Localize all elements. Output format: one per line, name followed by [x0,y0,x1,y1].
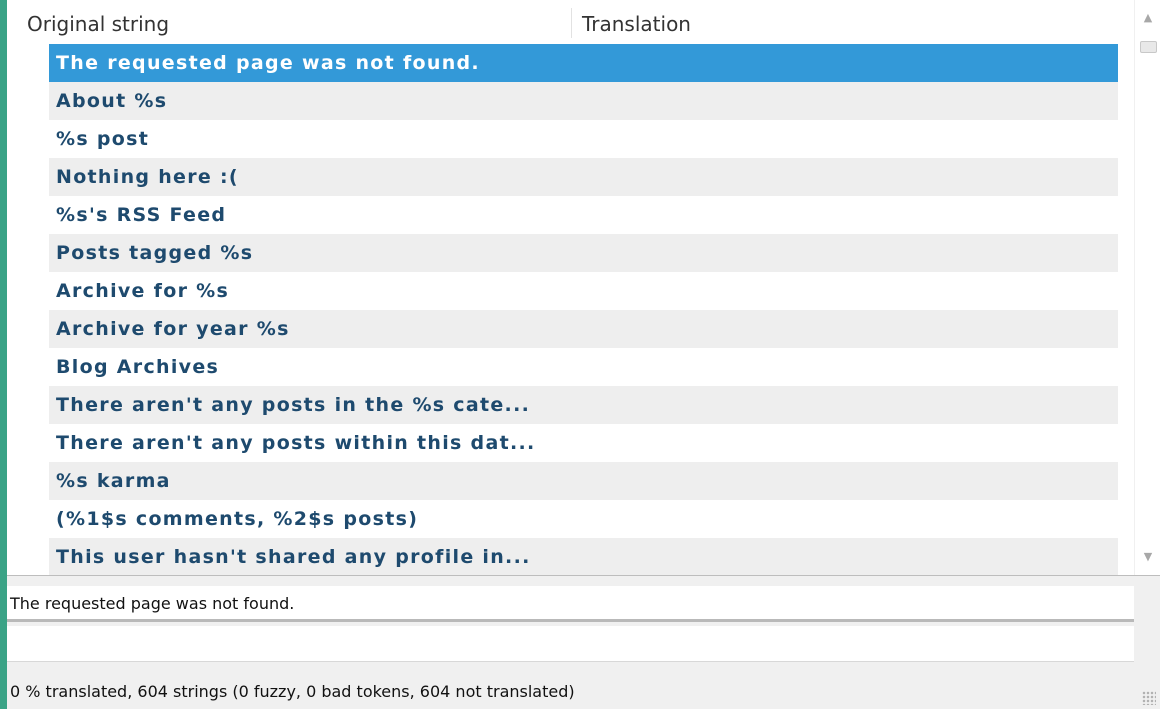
scroll-down-arrow-icon[interactable]: ▼ [1135,543,1160,571]
string-row[interactable]: About %s [49,82,1118,120]
column-header-translation[interactable]: Translation [582,0,691,44]
string-rows: The requested page was not found. About %… [49,44,1118,575]
string-row[interactable]: Blog Archives [49,348,1118,386]
poedit-window: Original string Translation The requeste… [7,0,1160,709]
status-bar: 0 % translated, 604 strings (0 fuzzy, 0 … [7,674,1160,709]
string-row[interactable]: %s karma [49,462,1118,500]
resize-grip-icon[interactable] [1142,691,1156,705]
vertical-scrollbar[interactable]: ▲ ▼ [1134,0,1160,575]
column-header-original[interactable]: Original string [27,0,169,44]
string-row[interactable]: Posts tagged %s [49,234,1118,272]
string-row[interactable]: %s's RSS Feed [49,196,1118,234]
string-row[interactable]: The requested page was not found. [49,44,1118,82]
scroll-thumb[interactable] [1140,41,1157,53]
translation-input[interactable] [7,626,1134,662]
string-row[interactable]: (%1$s comments, %2$s posts) [49,500,1118,538]
string-row[interactable]: Archive for %s [49,272,1118,310]
string-row[interactable]: There aren't any posts within this dat..… [49,424,1118,462]
string-list[interactable]: Original string Translation The requeste… [7,0,1160,576]
scroll-up-arrow-icon[interactable]: ▲ [1135,4,1160,32]
string-row[interactable]: %s post [49,120,1118,158]
string-row[interactable]: There aren't any posts in the %s cate... [49,386,1118,424]
list-header: Original string Translation [7,0,1134,44]
source-text-box: The requested page was not found. [7,586,1134,622]
column-divider[interactable] [571,8,572,38]
string-row[interactable]: This user hasn't shared any profile in..… [49,538,1118,575]
source-text: The requested page was not found. [10,594,295,613]
string-row[interactable]: Nothing here :( [49,158,1118,196]
status-text: 0 % translated, 604 strings (0 fuzzy, 0 … [10,682,575,701]
string-row[interactable]: Archive for year %s [49,310,1118,348]
